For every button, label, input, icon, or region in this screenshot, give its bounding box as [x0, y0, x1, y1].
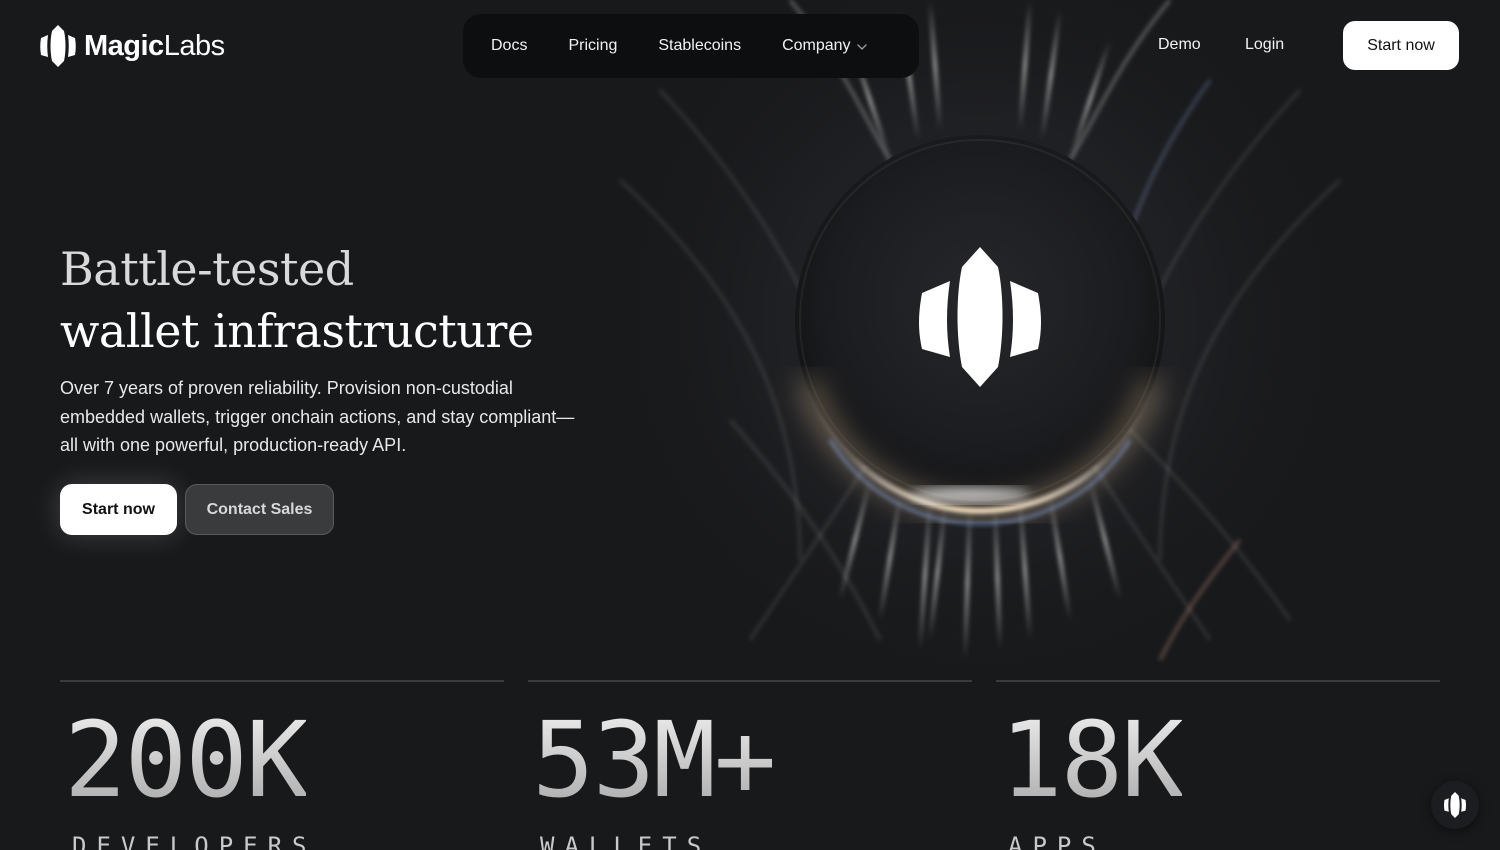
hero-subtitle: Over 7 years of proven reliability. Prov…	[60, 378, 575, 455]
nav-docs[interactable]: Docs	[491, 37, 527, 55]
stat-value: 53M+	[532, 699, 776, 821]
chat-widget-button[interactable]	[1431, 781, 1479, 829]
contact-sales-button[interactable]: Contact Sales	[185, 484, 334, 535]
magic-logo-icon	[1444, 792, 1466, 818]
page: MagicLabs Docs Pricing Stablecoins Compa…	[0, 0, 1500, 850]
main-nav: Docs Pricing Stablecoins Company	[463, 14, 919, 78]
hero-start-now-button[interactable]: Start now	[60, 484, 177, 535]
stat-apps: 18K APPS	[996, 680, 1440, 850]
demo-link[interactable]: Demo	[1158, 36, 1201, 54]
hero-title: Battle-tested wallet infrastructure	[60, 238, 534, 362]
hero-title-line-2: wallet infrastructure	[60, 304, 534, 358]
brand-name-light: Labs	[163, 29, 225, 62]
header-start-now-button[interactable]: Start now	[1343, 21, 1459, 70]
nav-company-label: Company	[782, 37, 851, 54]
login-link[interactable]: Login	[1245, 36, 1284, 54]
stat-developers: 200K DEVELOPERS	[60, 680, 504, 850]
nav-company[interactable]: Company	[782, 37, 867, 55]
magic-logo-icon	[40, 25, 76, 67]
stat-value: 200K	[64, 699, 308, 821]
stat-label: APPS	[1008, 832, 1106, 850]
brand-name-bold: Magic	[84, 29, 164, 62]
stat-label: DEVELOPERS	[72, 832, 317, 850]
nav-pricing[interactable]: Pricing	[568, 37, 617, 55]
stat-wallets: 53M+ WALLETS	[528, 680, 972, 850]
hero-title-line-1: Battle-tested	[60, 242, 354, 296]
stat-label: WALLETS	[540, 832, 712, 850]
hero-illustration	[600, 0, 1360, 700]
brand-logo[interactable]: MagicLabs	[40, 24, 225, 68]
stat-value: 18K	[1000, 699, 1184, 821]
nav-stablecoins[interactable]: Stablecoins	[658, 37, 741, 55]
chevron-down-icon	[856, 44, 867, 50]
brand-name: MagicLabs	[84, 30, 225, 63]
